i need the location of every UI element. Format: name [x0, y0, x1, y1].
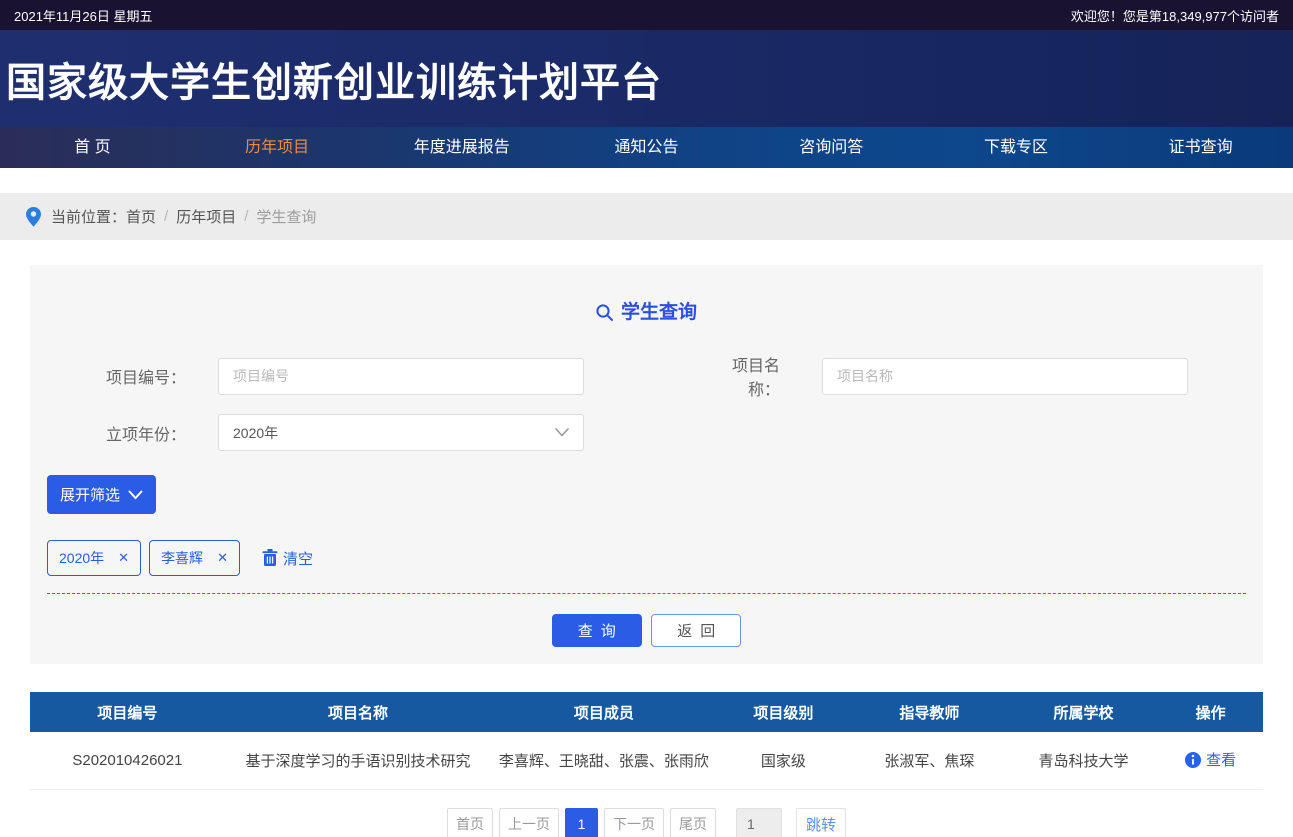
dashed-divider — [47, 593, 1246, 594]
pagination: 首页 上一页 1 下一页 尾页 跳转 — [30, 808, 1263, 837]
nav-item-notices[interactable]: 通知公告 — [554, 127, 739, 168]
info-icon — [1185, 752, 1201, 768]
col-header-name: 项目名称 — [225, 692, 491, 732]
filter-tag-student: 李喜辉 ✕ — [149, 540, 240, 576]
table-row: S202010426021 基于深度学习的手语识别技术研究 李喜辉、王晓甜、张震… — [30, 732, 1263, 789]
topbar-date: 2021年11月26日 星期五 — [14, 6, 153, 25]
col-header-teachers: 指导教师 — [850, 692, 1009, 732]
nav-item-past-projects[interactable]: 历年项目 — [185, 127, 370, 168]
col-header-level: 项目级别 — [717, 692, 850, 732]
search-icon — [596, 304, 613, 321]
close-icon[interactable]: ✕ — [217, 550, 228, 566]
project-name-label: 项目名称： — [702, 352, 822, 400]
breadcrumb-home[interactable]: 首页 — [126, 206, 156, 227]
filter-tag-year: 2020年 ✕ — [47, 540, 141, 576]
clear-filters-button[interactable]: 清空 — [262, 548, 313, 569]
pagination-jump-input[interactable] — [736, 808, 782, 837]
pagination-page-1[interactable]: 1 — [565, 808, 598, 837]
back-button[interactable]: 返回 — [651, 614, 741, 647]
breadcrumb-prefix: 当前位置： — [51, 206, 126, 227]
results-table: 项目编号 项目名称 项目成员 项目级别 指导教师 所属学校 操作 S202010… — [30, 692, 1263, 837]
trash-icon — [262, 549, 278, 567]
topbar-welcome: 欢迎您！您是第18,349,977个访问者 — [1071, 6, 1279, 25]
nav-item-certificate[interactable]: 证书查询 — [1108, 127, 1293, 168]
site-header: 国家级大学生创新创业训练计划平台 — [0, 30, 1293, 127]
breadcrumb-past-projects[interactable]: 历年项目 — [176, 206, 236, 227]
cell-project-name: 基于深度学习的手语识别技术研究 — [225, 732, 491, 789]
project-name-input[interactable] — [822, 358, 1188, 395]
project-code-input[interactable] — [218, 358, 584, 395]
year-label: 立项年份： — [30, 421, 218, 445]
col-header-school: 所属学校 — [1009, 692, 1158, 732]
nav-item-downloads[interactable]: 下载专区 — [924, 127, 1109, 168]
breadcrumb: 当前位置： 首页 / 历年项目 / 学生查询 — [0, 193, 1293, 240]
query-button[interactable]: 查询 — [552, 614, 642, 647]
location-pin-icon — [26, 207, 41, 227]
year-select[interactable]: 2020年 — [218, 414, 584, 451]
chevron-down-icon — [128, 490, 143, 500]
close-icon[interactable]: ✕ — [118, 550, 129, 566]
cell-level: 国家级 — [717, 732, 850, 789]
col-header-code: 项目编号 — [30, 692, 225, 732]
year-select-value: 2020年 — [233, 423, 278, 443]
filter-tags-row: 2020年 ✕ 李喜辉 ✕ 清空 — [47, 540, 1263, 576]
nav-item-annual-report[interactable]: 年度进展报告 — [369, 127, 554, 168]
view-link[interactable]: 查看 — [1185, 749, 1236, 770]
cell-school: 青岛科技大学 — [1009, 732, 1158, 789]
chevron-down-icon — [555, 428, 569, 437]
search-panel: 学生查询 项目编号： 项目名称： 立项年份： 2020年 展开筛选 — [30, 265, 1263, 664]
nav-item-qa[interactable]: 咨询问答 — [739, 127, 924, 168]
site-title: 国家级大学生创新创业训练计划平台 — [0, 50, 662, 108]
panel-title: 学生查询 — [30, 265, 1263, 324]
col-header-action: 操作 — [1158, 692, 1263, 732]
cell-members: 李喜辉、王晓甜、张震、张雨欣 — [491, 732, 717, 789]
topbar: 2021年11月26日 星期五 欢迎您！您是第18,349,977个访问者 — [0, 0, 1293, 30]
pagination-last[interactable]: 尾页 — [670, 808, 716, 837]
nav-item-home[interactable]: 首 页 — [0, 127, 185, 168]
breadcrumb-student-query: 学生查询 — [256, 206, 316, 227]
table-header-row: 项目编号 项目名称 项目成员 项目级别 指导教师 所属学校 操作 — [30, 692, 1263, 732]
project-code-label: 项目编号： — [30, 364, 218, 388]
pagination-jump-button[interactable]: 跳转 — [796, 808, 846, 837]
expand-filter-button[interactable]: 展开筛选 — [47, 475, 156, 514]
cell-project-code: S202010426021 — [30, 732, 225, 789]
main-nav: 首 页 历年项目 年度进展报告 通知公告 咨询问答 下载专区 证书查询 — [0, 127, 1293, 168]
col-header-members: 项目成员 — [491, 692, 717, 732]
pagination-prev[interactable]: 上一页 — [499, 808, 559, 837]
cell-teachers: 张淑军、焦琛 — [850, 732, 1009, 789]
pagination-first[interactable]: 首页 — [447, 808, 493, 837]
pagination-next[interactable]: 下一页 — [604, 808, 664, 837]
